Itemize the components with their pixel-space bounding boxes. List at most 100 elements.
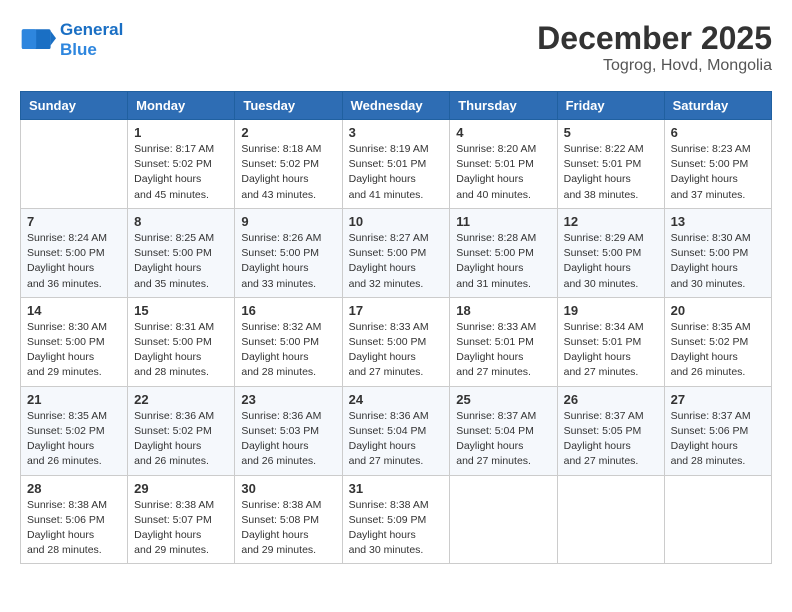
calendar-cell: 16 Sunrise: 8:32 AM Sunset: 5:00 PM Dayl… — [235, 297, 342, 386]
day-info: Sunrise: 8:26 AM Sunset: 5:00 PM Dayligh… — [241, 231, 335, 292]
day-info: Sunrise: 8:27 AM Sunset: 5:00 PM Dayligh… — [349, 231, 444, 292]
day-number: 16 — [241, 303, 335, 318]
weekday-header-tuesday: Tuesday — [235, 92, 342, 120]
day-info: Sunrise: 8:36 AM Sunset: 5:03 PM Dayligh… — [241, 409, 335, 470]
calendar-table: SundayMondayTuesdayWednesdayThursdayFrid… — [20, 91, 772, 564]
day-number: 4 — [456, 125, 550, 140]
calendar-cell: 23 Sunrise: 8:36 AM Sunset: 5:03 PM Dayl… — [235, 386, 342, 475]
logo-icon — [20, 22, 56, 58]
day-info: Sunrise: 8:36 AM Sunset: 5:04 PM Dayligh… — [349, 409, 444, 470]
calendar-cell: 5 Sunrise: 8:22 AM Sunset: 5:01 PM Dayli… — [557, 120, 664, 209]
week-row-1: 1 Sunrise: 8:17 AM Sunset: 5:02 PM Dayli… — [21, 120, 772, 209]
calendar-cell: 3 Sunrise: 8:19 AM Sunset: 5:01 PM Dayli… — [342, 120, 450, 209]
day-number: 28 — [27, 481, 121, 496]
calendar-cell — [664, 475, 771, 564]
day-number: 8 — [134, 214, 228, 229]
day-number: 13 — [671, 214, 765, 229]
day-number: 25 — [456, 392, 550, 407]
day-number: 22 — [134, 392, 228, 407]
day-number: 11 — [456, 214, 550, 229]
day-info: Sunrise: 8:37 AM Sunset: 5:05 PM Dayligh… — [564, 409, 658, 470]
day-number: 14 — [27, 303, 121, 318]
day-info: Sunrise: 8:38 AM Sunset: 5:09 PM Dayligh… — [349, 498, 444, 559]
day-info: Sunrise: 8:20 AM Sunset: 5:01 PM Dayligh… — [456, 142, 550, 203]
calendar-cell: 30 Sunrise: 8:38 AM Sunset: 5:08 PM Dayl… — [235, 475, 342, 564]
calendar-cell: 18 Sunrise: 8:33 AM Sunset: 5:01 PM Dayl… — [450, 297, 557, 386]
weekday-header-thursday: Thursday — [450, 92, 557, 120]
calendar-cell: 11 Sunrise: 8:28 AM Sunset: 5:00 PM Dayl… — [450, 208, 557, 297]
weekday-header-wednesday: Wednesday — [342, 92, 450, 120]
day-number: 17 — [349, 303, 444, 318]
day-info: Sunrise: 8:37 AM Sunset: 5:06 PM Dayligh… — [671, 409, 765, 470]
day-number: 6 — [671, 125, 765, 140]
day-number: 10 — [349, 214, 444, 229]
day-number: 24 — [349, 392, 444, 407]
calendar-cell: 6 Sunrise: 8:23 AM Sunset: 5:00 PM Dayli… — [664, 120, 771, 209]
calendar-cell — [557, 475, 664, 564]
day-info: Sunrise: 8:38 AM Sunset: 5:06 PM Dayligh… — [27, 498, 121, 559]
day-number: 1 — [134, 125, 228, 140]
day-number: 18 — [456, 303, 550, 318]
day-number: 27 — [671, 392, 765, 407]
day-number: 7 — [27, 214, 121, 229]
weekday-header-friday: Friday — [557, 92, 664, 120]
week-row-3: 14 Sunrise: 8:30 AM Sunset: 5:00 PM Dayl… — [21, 297, 772, 386]
weekday-header-row: SundayMondayTuesdayWednesdayThursdayFrid… — [21, 92, 772, 120]
calendar-cell: 15 Sunrise: 8:31 AM Sunset: 5:00 PM Dayl… — [128, 297, 235, 386]
day-info: Sunrise: 8:30 AM Sunset: 5:00 PM Dayligh… — [671, 231, 765, 292]
day-number: 29 — [134, 481, 228, 496]
calendar-cell: 29 Sunrise: 8:38 AM Sunset: 5:07 PM Dayl… — [128, 475, 235, 564]
day-number: 5 — [564, 125, 658, 140]
logo: General Blue — [20, 20, 123, 59]
day-info: Sunrise: 8:31 AM Sunset: 5:00 PM Dayligh… — [134, 320, 228, 381]
calendar-cell: 27 Sunrise: 8:37 AM Sunset: 5:06 PM Dayl… — [664, 386, 771, 475]
day-info: Sunrise: 8:25 AM Sunset: 5:00 PM Dayligh… — [134, 231, 228, 292]
day-info: Sunrise: 8:34 AM Sunset: 5:01 PM Dayligh… — [564, 320, 658, 381]
day-info: Sunrise: 8:33 AM Sunset: 5:00 PM Dayligh… — [349, 320, 444, 381]
calendar-cell: 14 Sunrise: 8:30 AM Sunset: 5:00 PM Dayl… — [21, 297, 128, 386]
day-info: Sunrise: 8:38 AM Sunset: 5:08 PM Dayligh… — [241, 498, 335, 559]
day-number: 30 — [241, 481, 335, 496]
day-info: Sunrise: 8:35 AM Sunset: 5:02 PM Dayligh… — [671, 320, 765, 381]
calendar-cell: 8 Sunrise: 8:25 AM Sunset: 5:00 PM Dayli… — [128, 208, 235, 297]
day-info: Sunrise: 8:17 AM Sunset: 5:02 PM Dayligh… — [134, 142, 228, 203]
day-number: 15 — [134, 303, 228, 318]
calendar-cell: 12 Sunrise: 8:29 AM Sunset: 5:00 PM Dayl… — [557, 208, 664, 297]
logo-text: General Blue — [60, 20, 123, 59]
week-row-2: 7 Sunrise: 8:24 AM Sunset: 5:00 PM Dayli… — [21, 208, 772, 297]
calendar-cell: 13 Sunrise: 8:30 AM Sunset: 5:00 PM Dayl… — [664, 208, 771, 297]
day-info: Sunrise: 8:22 AM Sunset: 5:01 PM Dayligh… — [564, 142, 658, 203]
day-number: 20 — [671, 303, 765, 318]
calendar-cell: 25 Sunrise: 8:37 AM Sunset: 5:04 PM Dayl… — [450, 386, 557, 475]
day-info: Sunrise: 8:38 AM Sunset: 5:07 PM Dayligh… — [134, 498, 228, 559]
day-number: 19 — [564, 303, 658, 318]
day-number: 26 — [564, 392, 658, 407]
calendar-cell: 19 Sunrise: 8:34 AM Sunset: 5:01 PM Dayl… — [557, 297, 664, 386]
day-info: Sunrise: 8:33 AM Sunset: 5:01 PM Dayligh… — [456, 320, 550, 381]
calendar-cell: 31 Sunrise: 8:38 AM Sunset: 5:09 PM Dayl… — [342, 475, 450, 564]
day-number: 21 — [27, 392, 121, 407]
calendar-cell: 24 Sunrise: 8:36 AM Sunset: 5:04 PM Dayl… — [342, 386, 450, 475]
calendar-cell: 17 Sunrise: 8:33 AM Sunset: 5:00 PM Dayl… — [342, 297, 450, 386]
month-title: December 2025 — [537, 20, 772, 57]
calendar-cell: 20 Sunrise: 8:35 AM Sunset: 5:02 PM Dayl… — [664, 297, 771, 386]
day-number: 31 — [349, 481, 444, 496]
day-info: Sunrise: 8:18 AM Sunset: 5:02 PM Dayligh… — [241, 142, 335, 203]
calendar-cell: 21 Sunrise: 8:35 AM Sunset: 5:02 PM Dayl… — [21, 386, 128, 475]
day-number: 12 — [564, 214, 658, 229]
calendar-cell: 4 Sunrise: 8:20 AM Sunset: 5:01 PM Dayli… — [450, 120, 557, 209]
day-number: 3 — [349, 125, 444, 140]
calendar-cell: 28 Sunrise: 8:38 AM Sunset: 5:06 PM Dayl… — [21, 475, 128, 564]
calendar-cell: 22 Sunrise: 8:36 AM Sunset: 5:02 PM Dayl… — [128, 386, 235, 475]
day-info: Sunrise: 8:28 AM Sunset: 5:00 PM Dayligh… — [456, 231, 550, 292]
weekday-header-monday: Monday — [128, 92, 235, 120]
calendar-cell: 9 Sunrise: 8:26 AM Sunset: 5:00 PM Dayli… — [235, 208, 342, 297]
calendar-cell: 2 Sunrise: 8:18 AM Sunset: 5:02 PM Dayli… — [235, 120, 342, 209]
day-info: Sunrise: 8:36 AM Sunset: 5:02 PM Dayligh… — [134, 409, 228, 470]
day-info: Sunrise: 8:24 AM Sunset: 5:00 PM Dayligh… — [27, 231, 121, 292]
day-info: Sunrise: 8:35 AM Sunset: 5:02 PM Dayligh… — [27, 409, 121, 470]
calendar-cell — [21, 120, 128, 209]
calendar-cell: 7 Sunrise: 8:24 AM Sunset: 5:00 PM Dayli… — [21, 208, 128, 297]
day-info: Sunrise: 8:19 AM Sunset: 5:01 PM Dayligh… — [349, 142, 444, 203]
calendar-cell: 1 Sunrise: 8:17 AM Sunset: 5:02 PM Dayli… — [128, 120, 235, 209]
